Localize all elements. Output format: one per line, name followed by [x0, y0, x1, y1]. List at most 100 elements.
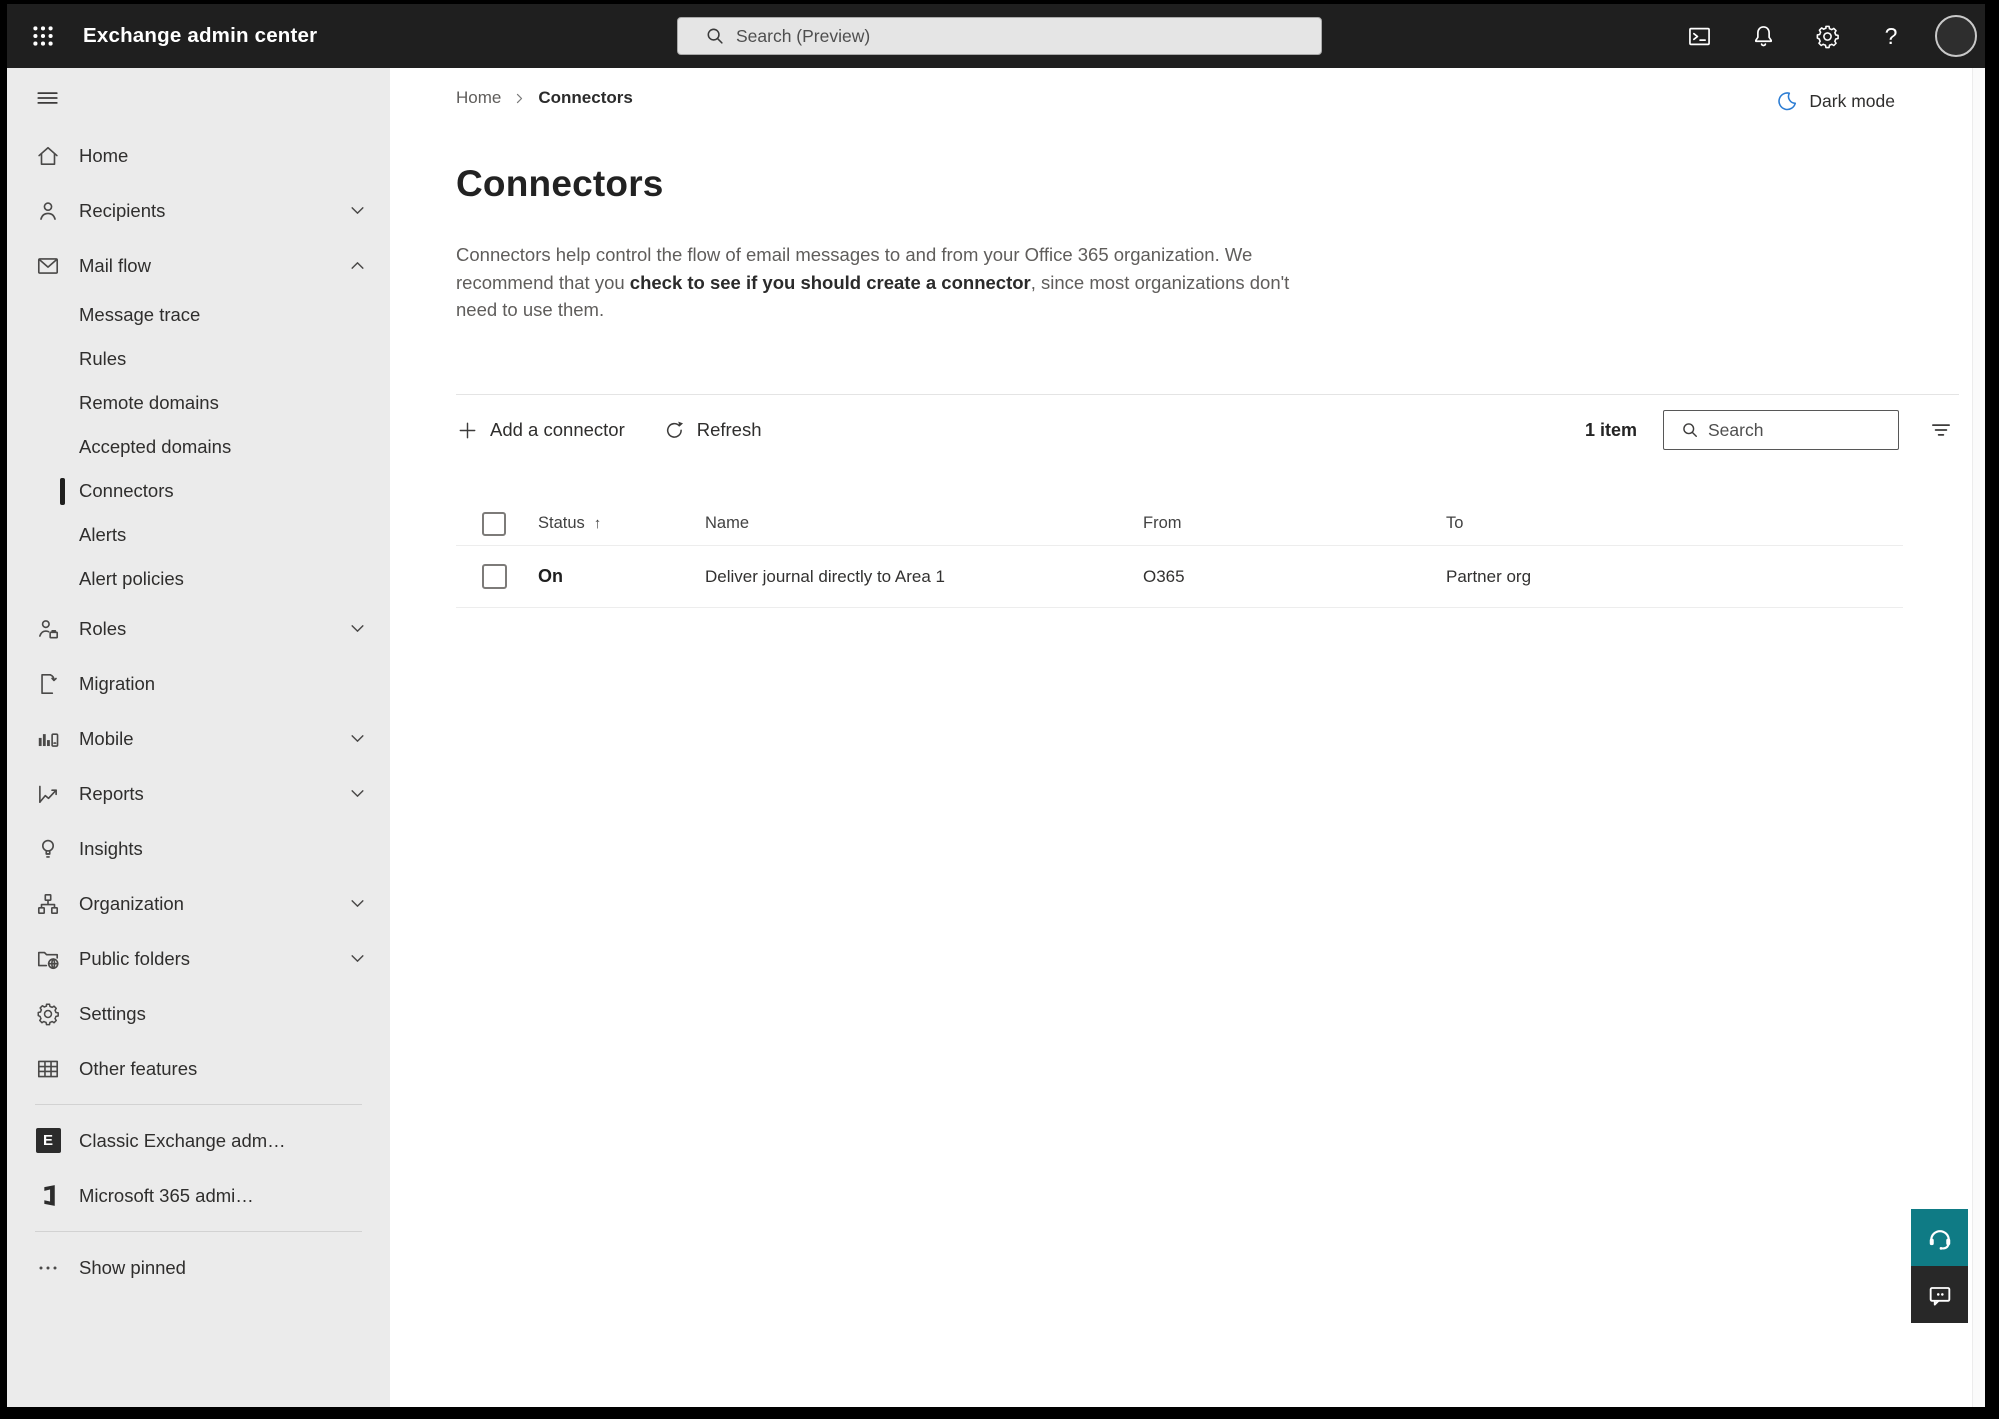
sidebar-divider: [35, 1231, 362, 1232]
plus-icon: [456, 419, 479, 442]
person-icon: [34, 197, 62, 225]
vertical-scrollbar[interactable]: [1972, 68, 1985, 1407]
sidebar-item-remote-domains[interactable]: Remote domains: [7, 381, 390, 425]
breadcrumb-home-link[interactable]: Home: [456, 88, 501, 108]
item-count: 1 item: [1584, 419, 1637, 440]
table-grid-icon: [34, 1055, 62, 1083]
sidebar-item-label: Mobile: [79, 727, 134, 749]
account-avatar[interactable]: [1935, 15, 1977, 57]
ellipsis-icon: [34, 1254, 62, 1282]
home-icon: [34, 142, 62, 170]
chat-bubble-icon: [1929, 1286, 1950, 1305]
add-connector-label: Add a connector: [490, 419, 625, 440]
support-button[interactable]: [1911, 1209, 1968, 1266]
headset-icon: [1929, 1229, 1950, 1250]
sidebar-item-other-features[interactable]: Other features: [7, 1041, 390, 1096]
page-description: Connectors help control the flow of emai…: [456, 244, 1290, 320]
settings-button[interactable]: [1807, 16, 1847, 56]
refresh-icon: [663, 419, 686, 442]
sidebar-item-label: Reports: [79, 782, 144, 804]
sidebar-item-rules[interactable]: Rules: [7, 337, 390, 381]
powershell-terminal-button[interactable]: [1679, 16, 1719, 56]
sidebar-item-label: Other features: [79, 1057, 198, 1079]
exchange-admin-center-window: Exchange admin center Search (Preview) ?…: [7, 4, 1985, 1407]
column-header-status[interactable]: Status ↑: [538, 514, 705, 533]
list-search-box[interactable]: [1663, 410, 1899, 450]
toolbar-divider: [456, 394, 1959, 395]
chevron-down-icon: [349, 785, 366, 802]
sidebar-item-label: Recipients: [79, 199, 166, 221]
connector-name[interactable]: Deliver journal directly to Area 1: [705, 567, 1143, 587]
sidebar-item-label: Microsoft 365 admi…: [79, 1184, 254, 1206]
sidebar-item-recipients[interactable]: Recipients: [7, 183, 390, 238]
sidebar-item-microsoft-365-admin[interactable]: Microsoft 365 admi…: [7, 1168, 390, 1223]
refresh-label: Refresh: [696, 419, 762, 440]
search-icon: [707, 28, 723, 44]
sidebar-subitem-label: Alert policies: [79, 568, 184, 589]
sidebar-item-message-trace[interactable]: Message trace: [7, 293, 390, 337]
sidebar-item-public-folders[interactable]: Public folders: [7, 931, 390, 986]
global-search-box[interactable]: [677, 17, 1322, 55]
feedback-button[interactable]: [1911, 1266, 1968, 1323]
help-button[interactable]: ?: [1871, 16, 1911, 56]
gear-icon: [34, 1000, 62, 1028]
refresh-button[interactable]: Refresh: [663, 419, 762, 442]
row-checkbox[interactable]: [482, 564, 507, 589]
document-arrow-icon: [34, 670, 62, 698]
filter-icon: [1932, 424, 1950, 436]
chart-phone-icon: [34, 725, 62, 753]
sidebar-item-roles[interactable]: Roles: [7, 601, 390, 656]
global-search-input[interactable]: [736, 25, 1309, 47]
connector-from: O365: [1143, 566, 1185, 586]
list-search-input[interactable]: [1708, 419, 1890, 441]
collapse-navigation-button[interactable]: [29, 80, 65, 116]
app-launcher-button[interactable]: [23, 16, 63, 56]
sidebar-subitem-label: Alerts: [79, 524, 127, 545]
settings-gear-icon: [1816, 25, 1839, 48]
select-all-checkbox[interactable]: [482, 511, 506, 536]
exchange-logo-icon: E: [34, 1127, 62, 1155]
sidebar-subitem-label: Remote domains: [79, 392, 219, 413]
line-chart-icon: [34, 780, 62, 808]
sidebar-item-settings[interactable]: Settings: [7, 986, 390, 1041]
navigation-sidebar: Home Recipients Mail flow Message trace …: [7, 68, 390, 1407]
sidebar-item-connectors-selected[interactable]: Connectors: [7, 469, 390, 513]
folder-globe-icon: [34, 945, 62, 973]
dark-mode-toggle[interactable]: Dark mode: [1776, 90, 1895, 112]
filter-button[interactable]: [1923, 412, 1959, 448]
chevron-down-icon: [349, 895, 366, 912]
column-header-from[interactable]: From: [1143, 514, 1446, 533]
app-launcher-icon: [33, 26, 53, 46]
column-header-name[interactable]: Name: [705, 514, 1143, 533]
breadcrumb-current: Connectors: [538, 88, 633, 107]
table-row[interactable]: On Deliver journal directly to Area 1 O3…: [456, 546, 1903, 608]
sidebar-item-reports[interactable]: Reports: [7, 766, 390, 821]
sidebar-item-classic-exchange-admin[interactable]: E Classic Exchange adm…: [7, 1113, 390, 1168]
sidebar-item-mail-flow[interactable]: Mail flow: [7, 238, 390, 293]
sidebar-item-accepted-domains[interactable]: Accepted domains: [7, 425, 390, 469]
lightbulb-icon: [34, 835, 62, 863]
sidebar-divider: [35, 1104, 362, 1105]
column-header-to[interactable]: To: [1446, 514, 1903, 533]
app-title: Exchange admin center: [83, 24, 318, 47]
add-connector-button[interactable]: Add a connector: [456, 419, 625, 442]
dark-mode-label: Dark mode: [1809, 90, 1895, 111]
sidebar-item-show-pinned[interactable]: Show pinned: [7, 1240, 390, 1295]
sidebar-subitem-label: Accepted domains: [79, 436, 232, 457]
mail-icon: [34, 252, 62, 280]
sidebar-item-alerts[interactable]: Alerts: [7, 513, 390, 557]
sidebar-item-migration[interactable]: Migration: [7, 656, 390, 711]
notifications-bell-icon: [1754, 25, 1772, 46]
terminal-icon: [1688, 27, 1710, 45]
sidebar-item-home[interactable]: Home: [7, 128, 390, 183]
sidebar-item-alert-policies[interactable]: Alert policies: [7, 557, 390, 601]
sidebar-item-mobile[interactable]: Mobile: [7, 711, 390, 766]
sidebar-item-insights[interactable]: Insights: [7, 821, 390, 876]
person-briefcase-icon: [34, 615, 62, 643]
sidebar-item-label: Mail flow: [79, 254, 151, 276]
sidebar-item-label: Public folders: [79, 947, 191, 969]
sidebar-item-organization[interactable]: Organization: [7, 876, 390, 931]
sidebar-item-label: Organization: [79, 892, 184, 914]
chevron-down-icon: [349, 620, 366, 637]
notifications-button[interactable]: [1743, 16, 1783, 56]
